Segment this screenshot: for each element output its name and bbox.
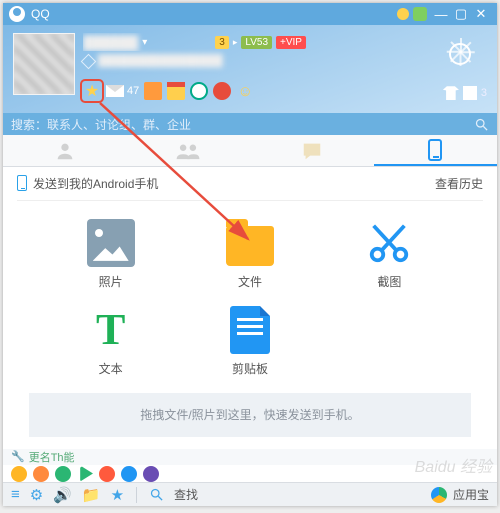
send-item-photo[interactable]: 照片 xyxy=(41,219,180,290)
sound-icon[interactable]: 🔊 xyxy=(53,486,72,504)
phone-icon xyxy=(17,175,27,191)
text-t-icon: T xyxy=(87,306,135,354)
folder-icon xyxy=(226,226,274,266)
clipboard-icon xyxy=(230,306,270,354)
photo-icon xyxy=(87,219,135,267)
tray-icon-3[interactable] xyxy=(55,466,71,482)
wrench-icon: 🔧 xyxy=(11,450,25,463)
scissors-icon xyxy=(365,219,413,267)
maximize-button[interactable]: ▢ xyxy=(451,4,471,24)
nickname[interactable]: ██████ xyxy=(83,35,138,50)
mail-icon[interactable] xyxy=(106,82,124,100)
menu-icon[interactable]: ≡ xyxy=(11,486,20,503)
tray-play-icon[interactable] xyxy=(77,466,93,482)
tab-contacts[interactable] xyxy=(3,135,127,166)
member-icon[interactable]: ☺ xyxy=(236,82,254,100)
watermark: Baidu 经验 xyxy=(415,453,492,477)
bottom-bar: ≡ ⚙ 🔊 📁 ★ 查找 应用宝 xyxy=(3,482,497,506)
calendar-icon[interactable] xyxy=(167,82,185,100)
qzone-star-icon[interactable]: ★ xyxy=(83,82,101,100)
browser-icon[interactable] xyxy=(190,82,208,100)
mail-count: 47 xyxy=(127,85,139,97)
chevron-right-icon: ▸ xyxy=(233,37,238,48)
send-item-text[interactable]: T 文本 xyxy=(41,306,180,377)
history-link[interactable]: 查看历史 xyxy=(435,175,483,192)
send-item-clipboard[interactable]: 剪贴板 xyxy=(180,306,319,377)
profile-header: ██████ ▾ 3 ▸ LV53 +VIP ████████████████ … xyxy=(3,25,497,113)
appstore-icon[interactable] xyxy=(431,487,447,503)
tray-icon-7[interactable] xyxy=(143,466,159,482)
main-tabs xyxy=(3,135,497,167)
badge-number: 3 xyxy=(215,36,229,49)
title-bar: QQ — ▢ ✕ xyxy=(3,3,497,25)
device-label: 发送到我的Android手机 xyxy=(33,175,158,192)
avatar[interactable] xyxy=(13,33,75,95)
tray-icon-5[interactable] xyxy=(99,466,115,482)
gear-icon[interactable]: ⚙ xyxy=(30,486,43,504)
medal-icon[interactable] xyxy=(397,8,409,20)
qq-logo-icon xyxy=(9,6,25,22)
vip-badge: +VIP xyxy=(276,36,306,49)
tray-icon-1[interactable] xyxy=(11,466,27,482)
folder-small-icon[interactable]: 📁 xyxy=(82,486,101,504)
shopping-icon[interactable] xyxy=(144,82,162,100)
drop-zone[interactable]: 拖拽文件/照片到这里，快速发送到手机。 xyxy=(29,393,471,437)
search-bar[interactable]: 搜索：联系人、讨论组、群、企业 xyxy=(3,113,497,135)
chevron-down-icon[interactable]: ▾ xyxy=(142,37,147,48)
profile-toolbar: ★ 47 ☺ xyxy=(83,82,254,100)
tab-sessions[interactable] xyxy=(250,135,374,166)
level-badge: LV53 xyxy=(241,36,272,49)
tshirt-count: 3 xyxy=(481,87,487,99)
appstore-label[interactable]: 应用宝 xyxy=(453,486,489,503)
tray-icon-6[interactable] xyxy=(121,466,137,482)
skin-icon[interactable] xyxy=(413,7,427,21)
tab-groups[interactable] xyxy=(127,135,251,166)
app-title: QQ xyxy=(31,7,50,21)
game-face-icon[interactable] xyxy=(213,82,231,100)
app-box-icon[interactable] xyxy=(463,86,477,100)
weather-sun-icon[interactable] xyxy=(441,35,479,73)
find-icon[interactable] xyxy=(149,487,164,502)
close-button[interactable]: ✕ xyxy=(471,4,491,24)
signature[interactable]: ████████████████ xyxy=(98,55,223,67)
minimize-button[interactable]: — xyxy=(431,4,451,24)
tray-icon-2[interactable] xyxy=(33,466,49,482)
search-text: 搜索：联系人、讨论组、群、企业 xyxy=(11,116,191,133)
send-item-file[interactable]: 文件 xyxy=(180,219,319,290)
find-label[interactable]: 查找 xyxy=(174,486,198,503)
tshirt-icon[interactable] xyxy=(443,86,459,100)
tab-device[interactable] xyxy=(374,135,498,166)
star-small-icon[interactable]: ★ xyxy=(111,486,124,504)
send-item-screenshot[interactable]: 截图 xyxy=(320,219,459,290)
edit-signature-icon[interactable] xyxy=(81,53,97,69)
search-icon[interactable] xyxy=(474,117,489,132)
content-area: 发送到我的Android手机 查看历史 照片 文件 截图 T 文本 xyxy=(3,167,497,449)
